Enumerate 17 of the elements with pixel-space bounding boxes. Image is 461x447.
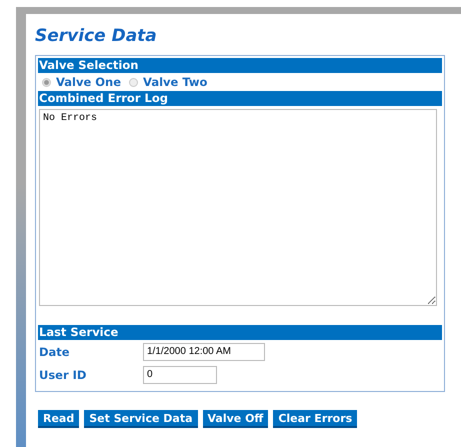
- input-field[interactable]: 0: [143, 366, 217, 384]
- action-button[interactable]: Read: [38, 410, 80, 428]
- action-button[interactable]: Clear Errors: [273, 410, 358, 428]
- radio-label[interactable]: Valve One: [56, 75, 122, 89]
- section-header: Last Service: [38, 325, 442, 340]
- radio-button[interactable]: [129, 78, 138, 86]
- error-log-field[interactable]: No Errors: [39, 109, 437, 306]
- page-title: Service Data: [35, 26, 158, 46]
- action-button[interactable]: Valve Off: [202, 410, 268, 428]
- section-header: Valve Selection: [38, 58, 442, 73]
- section-header: Combined Error Log: [38, 91, 442, 106]
- field-label: Date: [38, 344, 71, 358]
- radio-label[interactable]: Valve Two: [143, 75, 208, 89]
- field-label: User ID: [38, 368, 88, 382]
- radio-button[interactable]: [42, 78, 51, 86]
- input-field[interactable]: 1/1/2000 12:00 AM: [143, 342, 265, 360]
- action-button[interactable]: Set Service Data: [84, 410, 198, 428]
